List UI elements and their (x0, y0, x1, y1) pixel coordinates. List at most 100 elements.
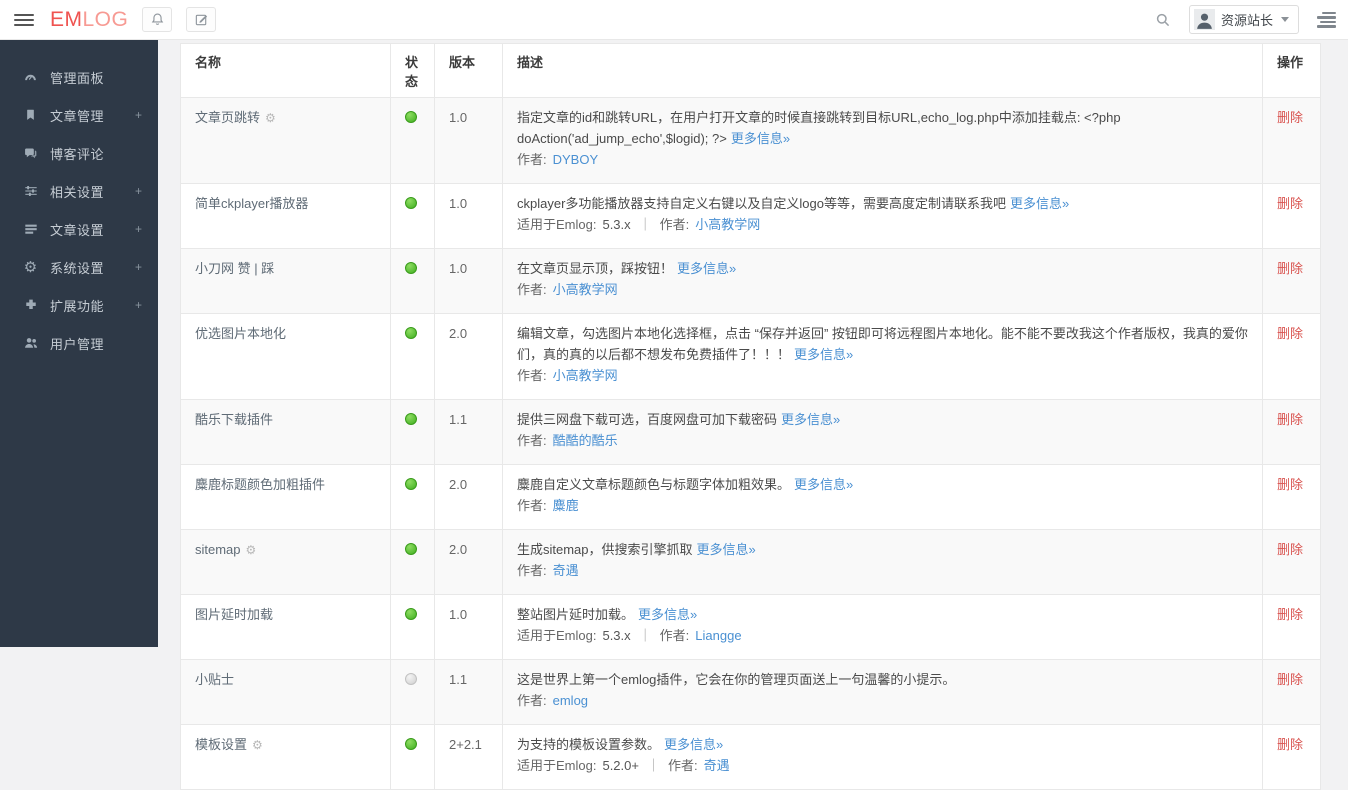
sidebar-item-related-settings[interactable]: 相关设置 + (0, 172, 158, 210)
sidebar-item-comments[interactable]: 博客评论 (0, 134, 158, 172)
more-info-link[interactable]: 更多信息» (664, 737, 723, 752)
delete-link[interactable]: 删除 (1277, 672, 1303, 687)
author-label: 作者: (517, 368, 547, 383)
status-dot[interactable] (405, 111, 417, 123)
sidebar-item-dashboard[interactable]: 管理面板 (0, 58, 158, 96)
gear-icon: ⚙ (23, 259, 38, 276)
sidebar-item-system-settings[interactable]: ⚙ 系统设置 + (0, 248, 158, 286)
author-link[interactable]: 酷酷的酷乐 (553, 433, 618, 448)
notifications-button[interactable] (142, 7, 173, 32)
delete-link[interactable]: 删除 (1277, 196, 1303, 211)
delete-link[interactable]: 删除 (1277, 542, 1303, 557)
more-info-link[interactable]: 更多信息» (697, 542, 756, 557)
divider: ｜ (638, 217, 652, 232)
sidebar-item-articles[interactable]: 文章管理 + (0, 96, 158, 134)
author-label: 作者: (517, 693, 547, 708)
divider: ｜ (646, 758, 660, 773)
delete-link[interactable]: 删除 (1277, 477, 1303, 492)
more-info-link[interactable]: 更多信息» (638, 607, 697, 622)
plugin-name: 小刀网 赞 | 踩 (195, 261, 275, 276)
compat-value: 5.2.0+ (602, 758, 639, 773)
plugin-row: 麋鹿标题颜色加粗插件 2.0 麋鹿自定义文章标题颜色与标题字体加粗效果。 更多信息… (180, 464, 1321, 530)
author-link[interactable]: DYBOY (553, 152, 599, 167)
sidebar-item-extensions[interactable]: 扩展功能 + (0, 286, 158, 324)
header-status: 状态 (390, 43, 435, 98)
sliders-icon (22, 184, 39, 198)
brand-logo[interactable]: EMLOG (50, 8, 128, 32)
plugin-version: 2.0 (449, 477, 468, 492)
author-link[interactable]: Liangge (695, 628, 741, 643)
username-label: 资源站长 (1220, 13, 1273, 28)
sidebar-item-label: 用户管理 (50, 336, 105, 352)
status-dot[interactable] (405, 478, 417, 490)
status-dot[interactable] (405, 608, 417, 620)
author-link[interactable]: 小高教学网 (695, 217, 760, 232)
author-link[interactable]: emlog (553, 693, 588, 708)
plugin-row: 小贴士 1.1 这是世界上第一个emlog插件，它会在你的管理页面送上一句温馨的… (180, 659, 1321, 725)
delete-link[interactable]: 删除 (1277, 110, 1303, 125)
sidebar-item-article-settings[interactable]: 文章设置 + (0, 210, 158, 248)
status-dot[interactable] (405, 197, 417, 209)
plugin-name: 简单ckplayer播放器 (195, 196, 309, 211)
author-link[interactable]: 小高教学网 (553, 282, 618, 297)
author-label: 作者: (517, 498, 547, 513)
plugin-row: sitemap ⚙ 2.0 生成sitemap，供搜索引擎抓取 更多信息» 作者: 奇… (180, 529, 1321, 595)
delete-link[interactable]: 删除 (1277, 412, 1303, 427)
plugin-version: 1.0 (449, 110, 468, 125)
more-info-link[interactable]: 更多信息» (794, 347, 853, 362)
author-link[interactable]: 奇遇 (704, 758, 730, 773)
compat-label: 适用于Emlog: (517, 628, 597, 643)
user-menu-button[interactable]: 资源站长 (1188, 5, 1299, 34)
plugin-name: 小贴士 (195, 672, 235, 687)
status-dot[interactable] (405, 673, 417, 685)
status-dot[interactable] (405, 262, 417, 274)
delete-link[interactable]: 删除 (1277, 261, 1303, 276)
author-label: 作者: (517, 282, 547, 297)
list-toggle-icon[interactable] (1317, 11, 1336, 28)
more-info-link[interactable]: 更多信息» (794, 477, 853, 492)
menu-icon[interactable] (14, 10, 34, 30)
more-info-link[interactable]: 更多信息» (1010, 196, 1069, 211)
status-dot[interactable] (405, 738, 417, 750)
logo-em: EM (50, 7, 83, 31)
delete-link[interactable]: 删除 (1277, 737, 1303, 752)
author-label: 作者: (659, 217, 690, 232)
plugin-name: 麋鹿标题颜色加粗插件 (195, 477, 326, 492)
plugin-settings-icon[interactable]: ⚙ (246, 543, 257, 557)
author-link[interactable]: 麋鹿 (553, 498, 579, 513)
plugin-description: 生成sitemap，供搜索引擎抓取 (517, 542, 693, 557)
plugin-description: 麋鹿自定义文章标题颜色与标题字体加粗效果。 (517, 477, 791, 492)
plugin-description: ckplayer多功能播放器支持自定义右键以及自定义logo等等，需要高度定制请… (517, 196, 1006, 211)
compat-value: 5.3.x (602, 628, 631, 643)
more-info-link[interactable]: 更多信息» (781, 412, 840, 427)
author-label: 作者: (517, 433, 547, 448)
header-name: 名称 (180, 43, 391, 98)
compat-label: 适用于Emlog: (517, 758, 597, 773)
plugin-settings-icon[interactable]: ⚙ (252, 738, 263, 752)
plugin-name: 图片延时加载 (195, 607, 274, 622)
logo-log: LOG (82, 7, 129, 31)
new-post-button[interactable] (186, 7, 217, 32)
plugin-description: 整站图片延时加载。 (517, 607, 635, 622)
plugin-description: 这是世界上第一个emlog插件，它会在你的管理页面送上一句温馨的小提示。 (517, 672, 956, 687)
plugin-settings-icon[interactable]: ⚙ (265, 111, 276, 125)
list-icon (22, 222, 39, 236)
sidebar-item-users[interactable]: 用户管理 (0, 324, 158, 362)
author-link[interactable]: 小高教学网 (553, 368, 618, 383)
delete-link[interactable]: 删除 (1277, 607, 1303, 622)
status-dot[interactable] (405, 413, 417, 425)
more-info-link[interactable]: 更多信息» (731, 131, 790, 146)
status-dot[interactable] (405, 543, 417, 555)
plugin-row: 酷乐下载插件 1.1 提供三网盘下载可选，百度网盘可加下载密码 更多信息» 作者:… (180, 399, 1321, 465)
delete-link[interactable]: 删除 (1277, 326, 1303, 341)
plugin-description: 编辑文章，勾选图片本地化选择框，点击 “保存并返回” 按钮即可将远程图片本地化。… (517, 326, 1248, 362)
plugin-name: sitemap (195, 542, 241, 557)
search-icon[interactable] (1155, 12, 1171, 28)
main-content: 名称 状态 版本 描述 操作 文章页跳转 ⚙ 1.0 指定文章的id和跳转URL，… (158, 40, 1348, 790)
more-info-link[interactable]: 更多信息» (677, 261, 736, 276)
status-dot[interactable] (405, 327, 417, 339)
compat-label: 适用于Emlog: (517, 217, 597, 232)
plugin-row: 文章页跳转 ⚙ 1.0 指定文章的id和跳转URL，在用户打开文章的时候直接跳转到… (180, 97, 1321, 184)
puzzle-icon (22, 298, 39, 312)
author-link[interactable]: 奇遇 (553, 563, 579, 578)
